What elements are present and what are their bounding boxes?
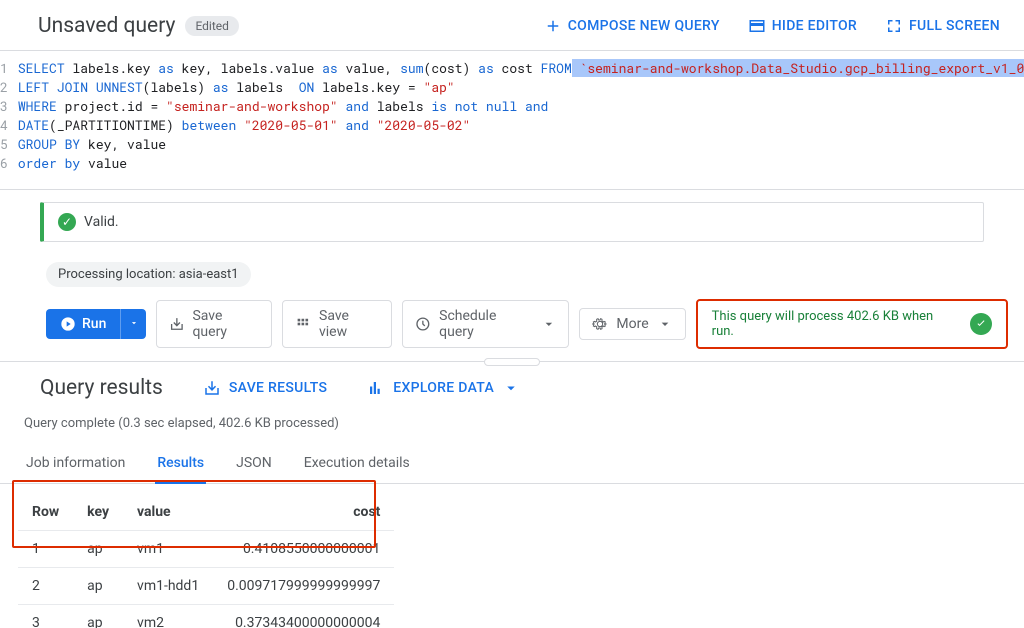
edited-badge: Edited: [185, 16, 238, 36]
chart-icon: [367, 379, 385, 397]
query-complete-status: Query complete (0.3 sec elapsed, 402.6 K…: [0, 410, 1024, 441]
save-view-button[interactable]: Save view: [282, 300, 392, 348]
process-estimate-text: This query will process 402.6 KB when ru…: [712, 309, 955, 339]
chevron-down-icon: [541, 316, 557, 332]
table-row[interactable]: 1apvm10.4108550000000001: [18, 531, 394, 568]
processing-location-chip: Processing location: asia-east1: [46, 262, 251, 287]
col-cost: cost: [213, 494, 394, 531]
tab-job-information[interactable]: Job information: [24, 447, 127, 483]
clock-icon: [415, 316, 431, 332]
col-row: Row: [18, 494, 73, 531]
tab-json[interactable]: JSON: [234, 447, 274, 483]
check-circle-icon: [970, 313, 992, 335]
full-screen-button[interactable]: FULL SCREEN: [885, 17, 1000, 35]
play-circle-icon: [60, 316, 76, 332]
table-row[interactable]: 2apvm1-hdd10.009717999999999997: [18, 568, 394, 605]
download-icon: [169, 316, 185, 332]
hide-editor-icon: [748, 17, 766, 35]
editor-toolbar: Run Save query Save view Schedule query …: [0, 295, 1024, 362]
sql-editor[interactable]: 123456 SELECT labels.key as key, labels.…: [0, 51, 1024, 190]
run-button-group: Run: [46, 309, 146, 339]
compose-new-query-button[interactable]: COMPOSE NEW QUERY: [544, 17, 720, 35]
tab-results[interactable]: Results: [155, 447, 206, 484]
chevron-down-icon: [502, 379, 520, 397]
pane-drag-handle[interactable]: [484, 358, 540, 366]
run-dropdown[interactable]: [120, 309, 145, 339]
run-button[interactable]: Run: [46, 309, 120, 339]
col-value: value: [123, 494, 213, 531]
query-title: Unsaved query: [38, 14, 175, 38]
more-button[interactable]: More: [579, 308, 685, 340]
table-row[interactable]: 3apvm20.37343400000000004: [18, 605, 394, 628]
gear-icon: [592, 316, 608, 332]
query-header: Unsaved query Edited COMPOSE NEW QUERY H…: [0, 0, 1024, 51]
validation-bar: ✓ Valid.: [40, 202, 984, 242]
schedule-query-button[interactable]: Schedule query: [402, 300, 569, 348]
table-header-row: Row key value cost: [18, 494, 394, 531]
chevron-down-icon: [129, 318, 139, 328]
fullscreen-icon: [885, 17, 903, 35]
line-gutter: 123456: [0, 59, 18, 173]
tab-execution-details[interactable]: Execution details: [302, 447, 412, 483]
results-header: Query results SAVE RESULTS EXPLORE DATA: [0, 366, 1024, 410]
process-estimate-callout: This query will process 402.6 KB when ru…: [696, 299, 1008, 349]
save-results-button[interactable]: SAVE RESULTS: [203, 379, 327, 397]
sql-code[interactable]: SELECT labels.key as key, labels.value a…: [18, 59, 1024, 173]
download-icon: [203, 379, 221, 397]
save-query-button[interactable]: Save query: [156, 300, 273, 348]
result-tabs: Job information Results JSON Execution d…: [0, 441, 1024, 484]
chevron-down-icon: [657, 316, 673, 332]
results-title: Query results: [40, 376, 163, 400]
results-table: Row key value cost 1apvm10.4108550000000…: [0, 484, 1024, 628]
col-key: key: [73, 494, 123, 531]
valid-label: Valid.: [84, 214, 119, 230]
check-circle-icon: ✓: [58, 213, 76, 231]
plus-icon: [544, 17, 562, 35]
save-view-icon: [295, 316, 311, 332]
explore-data-button[interactable]: EXPLORE DATA: [367, 379, 520, 397]
hide-editor-button[interactable]: HIDE EDITOR: [748, 17, 857, 35]
